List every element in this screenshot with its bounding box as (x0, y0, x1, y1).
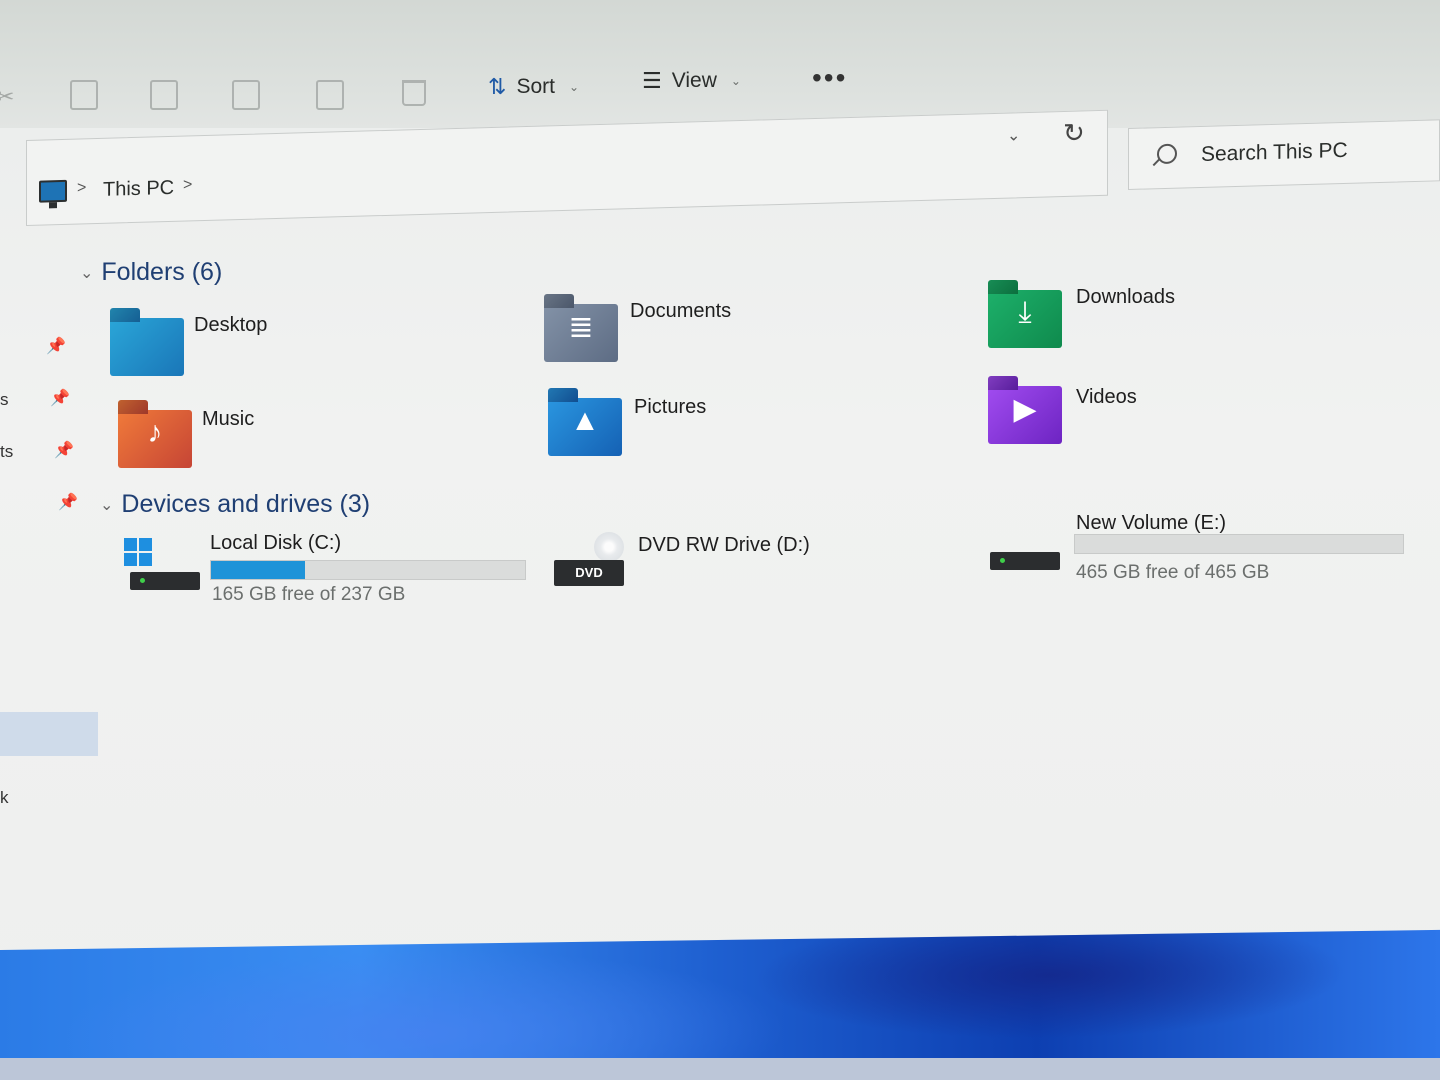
delete-icon[interactable] (402, 80, 426, 106)
drive-usage-bar (210, 560, 526, 580)
search-icon (1157, 143, 1177, 165)
rename-icon[interactable] (232, 80, 260, 110)
drive-usage-bar (1074, 534, 1404, 554)
chevron-down-icon: ⌄ (80, 264, 94, 282)
drive-label: New Volume (E:) (1076, 512, 1227, 534)
folder-label: Documents (630, 300, 732, 322)
folders-section-header[interactable]: ⌄ Folders (6) (80, 258, 222, 287)
music-note-icon: ♪ (147, 416, 163, 449)
download-arrow-icon: ⤓ (1018, 296, 1032, 329)
devices-section-header[interactable]: ⌄ Devices and drives (3) (100, 490, 370, 519)
folder-label: Videos (1076, 386, 1137, 408)
nav-item-selected[interactable] (0, 712, 98, 756)
pin-icon: 📌 (50, 390, 70, 407)
desktop-folder-icon (110, 318, 184, 376)
devices-header-text: Devices and drives (3) (121, 490, 371, 518)
music-folder-icon: ♪ (118, 410, 192, 468)
chevron-down-icon: ⌄ (730, 74, 741, 88)
nav-item-fragment[interactable]: s (0, 390, 9, 410)
pin-icon: 📌 (58, 494, 78, 511)
nav-item-fragment[interactable]: k (0, 788, 9, 808)
nav-item-fragment[interactable]: ts (0, 442, 13, 462)
folders-header-text: Folders (6) (101, 258, 223, 286)
view-button[interactable]: ☰ View ⌄ (642, 64, 741, 98)
address-history-chevron-icon[interactable]: ⌄ (1007, 125, 1020, 145)
breadcrumb-this-pc[interactable]: This PC (103, 177, 174, 202)
file-explorer-window: ⇅ Sort ⌄ ☰ View ⌄ ••• > This PC > ⌄ ↻ 📌 … (0, 0, 1440, 1080)
view-list-icon: ☰ (642, 68, 662, 93)
drive-label: Local Disk (C:) (210, 532, 342, 554)
drive-body-icon (130, 572, 200, 590)
document-lines-icon: ≣ (568, 311, 594, 344)
folder-label: Downloads (1076, 286, 1175, 308)
breadcrumb-separator[interactable]: > (183, 176, 192, 194)
cut-icon[interactable] (0, 84, 18, 118)
pictures-folder-icon: ▲ (548, 398, 622, 456)
videos-folder-icon: ▶ (988, 386, 1062, 444)
windows-drive-icon (124, 538, 154, 568)
downloads-folder-icon: ⤓ (988, 290, 1062, 348)
folder-label: Desktop (194, 314, 268, 336)
chevron-down-icon: ⌄ (100, 496, 114, 514)
paste-icon[interactable] (150, 80, 178, 110)
navigation-pane: 📌 📌 📌 📌 s ts k (0, 240, 100, 940)
chevron-down-icon: ⌄ (568, 80, 580, 94)
more-options-button[interactable]: ••• (812, 62, 847, 94)
hard-drive-icon (990, 552, 1060, 570)
pin-icon: 📌 (54, 442, 74, 459)
drive-free-text: 165 GB free of 237 GB (212, 584, 406, 605)
dvd-drive-icon: DVD (554, 560, 624, 586)
disc-icon (594, 532, 624, 562)
taskbar-edge (0, 1058, 1440, 1080)
command-bar: ⇅ Sort ⌄ ☰ View ⌄ ••• (0, 0, 1440, 128)
share-icon[interactable] (316, 80, 344, 110)
sort-button[interactable]: ⇅ Sort ⌄ (488, 70, 579, 104)
play-icon: ▶ (1013, 393, 1037, 426)
view-label: View (671, 69, 717, 92)
folder-label: Pictures (634, 396, 707, 418)
search-box[interactable] (1128, 119, 1440, 190)
drive-free-text: 465 GB free of 465 GB (1076, 562, 1270, 583)
mountain-image-icon: ▲ (570, 404, 600, 437)
refresh-icon[interactable]: ↻ (1063, 117, 1085, 149)
sort-label: Sort (516, 75, 555, 98)
pin-icon: 📌 (46, 338, 66, 355)
search-input[interactable] (1201, 132, 1421, 171)
breadcrumb-separator[interactable]: > (77, 179, 86, 197)
drive-label: DVD RW Drive (D:) (638, 534, 810, 556)
drive-usage-fill (211, 561, 306, 579)
this-pc-icon (39, 179, 67, 203)
sort-arrows-icon: ⇅ (488, 74, 507, 99)
documents-folder-icon: ≣ (544, 304, 618, 362)
folder-label: Music (202, 408, 255, 430)
copy-icon[interactable] (70, 80, 98, 110)
